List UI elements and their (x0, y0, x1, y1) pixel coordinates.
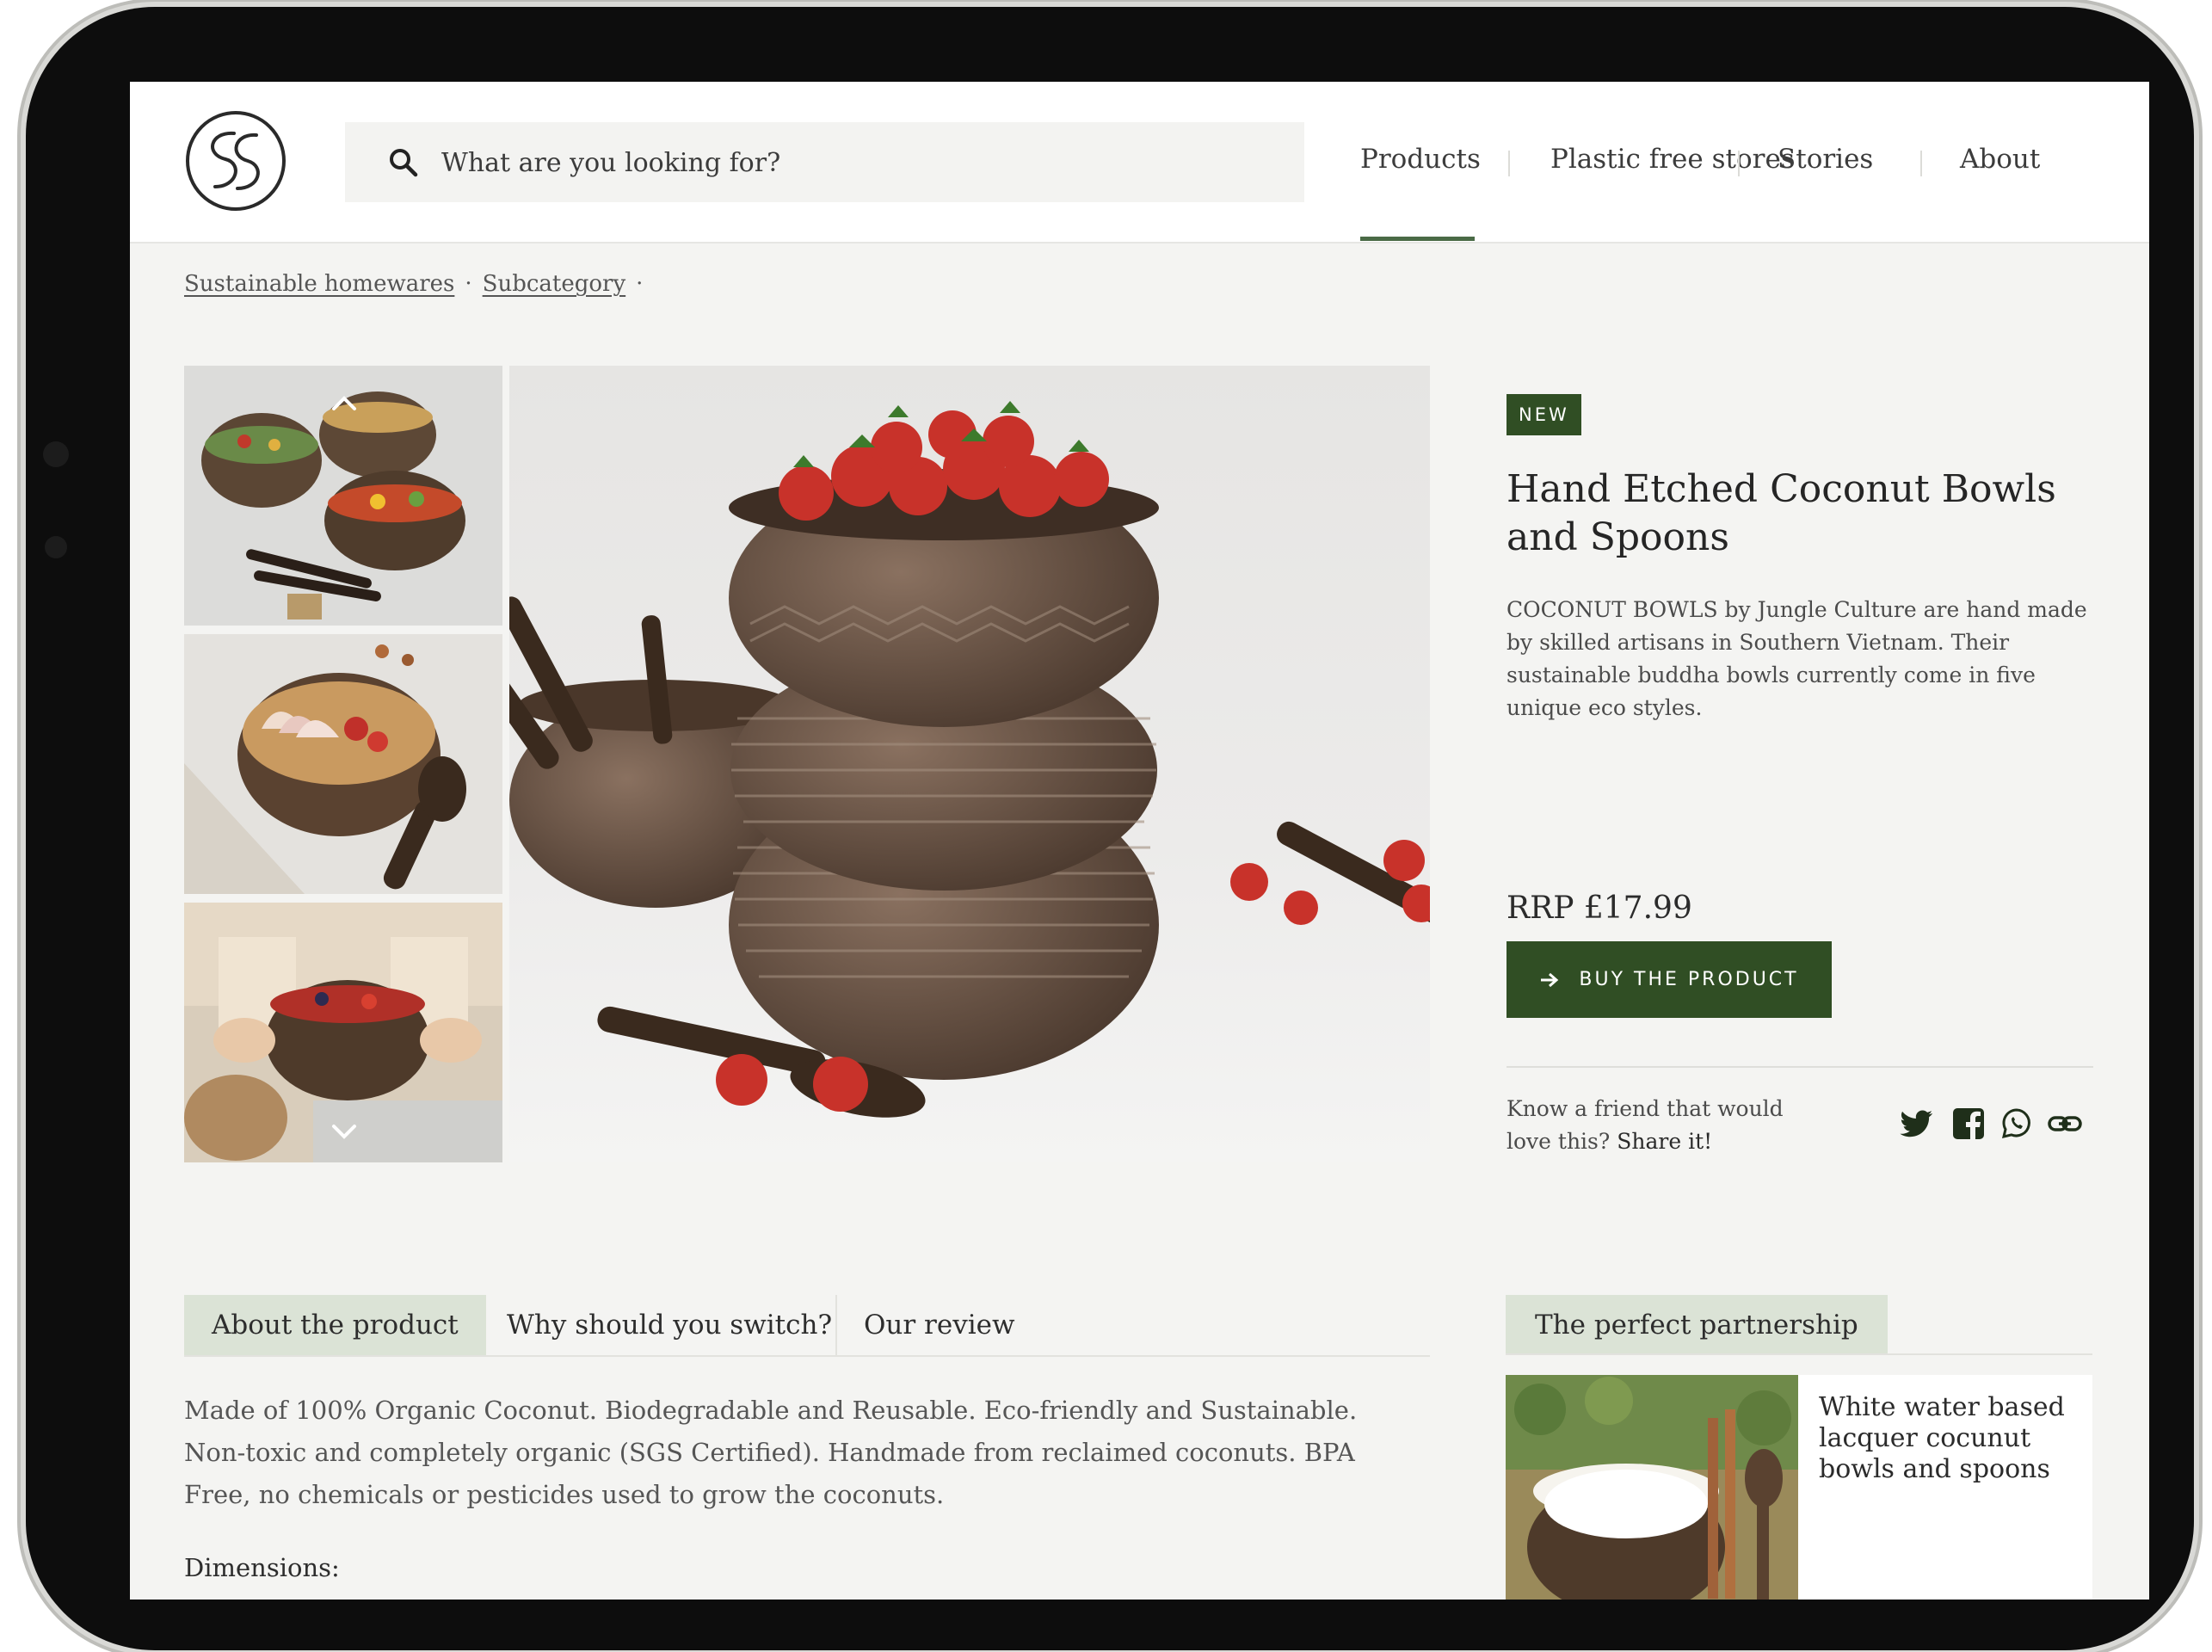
search-input[interactable] (440, 122, 1295, 204)
product-price: RRP £17.99 (1507, 891, 1692, 926)
about-product-text: Made of 100% Organic Coconut. Biodegrada… (184, 1396, 1358, 1509)
tab-our-review[interactable]: Our review (836, 1295, 1043, 1355)
buy-product-label: BUY THE PRODUCT (1579, 969, 1799, 990)
facebook-icon[interactable] (1950, 1105, 1987, 1143)
camera-dot (45, 536, 67, 558)
arrow-right-icon (1541, 972, 1559, 987)
search-icon[interactable] (386, 145, 421, 180)
nav-plastic-free-stores[interactable]: Plastic free stores (1550, 144, 1795, 175)
breadcrumb-separator: · (465, 271, 472, 297)
partnership-card[interactable]: White water based lacquer cocunut bowls … (1506, 1375, 2092, 1600)
whatsapp-icon[interactable] (1998, 1105, 2036, 1143)
tab-about-the-product[interactable]: About the product (184, 1295, 486, 1355)
twitter-icon[interactable] (1898, 1105, 1936, 1143)
tablet-frame: Products Plastic free stores Stories Abo… (26, 7, 2194, 1650)
breadcrumb-link-subcategory[interactable]: Subcategory (483, 271, 626, 297)
nav-products[interactable]: Products (1360, 144, 1481, 175)
nav-separator (1920, 151, 1922, 176)
buy-product-button[interactable]: BUY THE PRODUCT (1507, 941, 1832, 1018)
dimensions-label: Dimensions: (184, 1553, 340, 1582)
screen: Products Plastic free stores Stories Abo… (130, 82, 2149, 1600)
nav-about[interactable]: About (1960, 144, 2040, 175)
product-description: COCONUT BOWLS by Jungle Culture are hand… (1507, 597, 2087, 720)
tab-why-should-you-switch[interactable]: Why should you switch? (479, 1295, 860, 1355)
product-tabs: About the product Why should you switch?… (184, 1295, 1430, 1357)
chevron-down-icon[interactable] (327, 1118, 361, 1143)
thumbnail-2[interactable] (184, 634, 502, 894)
partnership-card-title: White water based lacquer cocunut bowls … (1819, 1392, 2065, 1484)
tab-perfect-partnership[interactable]: The perfect partnership (1506, 1295, 1888, 1355)
nav-stories[interactable]: Stories (1778, 144, 1873, 175)
thumbnail-1[interactable] (184, 366, 502, 626)
site-header: Products Plastic free stores Stories Abo… (130, 82, 2149, 243)
thumbnail-3[interactable] (184, 903, 502, 1162)
section-divider (1507, 1066, 2093, 1068)
nav-separator (1508, 151, 1510, 176)
share-prompt: Know a friend that would love this? Shar… (1507, 1093, 1816, 1158)
thumbnail-gallery (184, 366, 502, 1162)
breadcrumb-separator: · (636, 271, 644, 297)
active-nav-indicator (1360, 237, 1475, 241)
partnership-image (1506, 1375, 1798, 1600)
chevron-up-icon[interactable] (327, 390, 361, 416)
product-title: Hand Etched Coconut Bowls and Spoons (1507, 467, 2056, 559)
partnership-divider (1506, 1353, 2092, 1355)
new-badge: NEW (1507, 394, 1581, 435)
breadcrumb-link-sustainable-homewares[interactable]: Sustainable homewares (184, 271, 454, 297)
breadcrumb: Sustainable homewares · Subcategory · (184, 271, 653, 297)
nav-separator (1738, 151, 1740, 176)
brand-logo[interactable] (184, 109, 287, 213)
share-link[interactable]: Share it! (1617, 1129, 1712, 1154)
search-bar (345, 122, 1304, 204)
link-icon[interactable] (2046, 1105, 2084, 1143)
main-product-image[interactable] (509, 366, 1430, 1162)
camera-dot (43, 441, 69, 467)
